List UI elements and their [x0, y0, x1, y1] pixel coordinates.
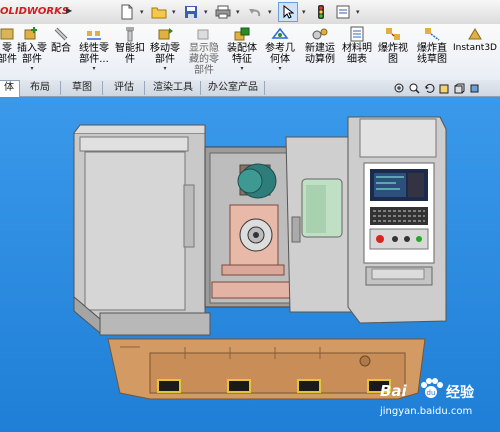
- assembly-feature-dropdown-icon[interactable]: ▾: [224, 65, 260, 72]
- move-part-icon: [156, 26, 174, 42]
- print-icon[interactable]: [214, 3, 232, 21]
- ribbon-mate-button[interactable]: 配合: [48, 26, 74, 78]
- ribbon-motion-study-button[interactable]: 新建运 动算例: [302, 26, 338, 78]
- zoom-area-icon[interactable]: [409, 83, 420, 94]
- watermark-brand: Bai: [380, 382, 407, 400]
- ribbon-instant3d-button[interactable]: Instant3D: [452, 26, 498, 78]
- title-toolbar: OLIDWORKS ▶ ▾ ▾ ▾ ▾ ▾ ▾ ▾: [0, 0, 500, 25]
- save-dropdown-icon[interactable]: ▾: [204, 3, 210, 21]
- open-dropdown-icon[interactable]: ▾: [172, 3, 178, 21]
- tab-sketch[interactable]: 草图: [62, 81, 103, 95]
- view-orientation-icon[interactable]: [454, 83, 465, 94]
- zoom-to-fit-icon[interactable]: [394, 83, 405, 94]
- ribbon-show-hidden-button[interactable]: 显示隐 藏的零 部件: [184, 26, 224, 78]
- save-icon[interactable]: [182, 3, 200, 21]
- reference-geometry-icon: [271, 26, 289, 42]
- linear-pattern-dropdown-icon[interactable]: ▾: [76, 65, 112, 72]
- select-cursor-icon[interactable]: [278, 2, 298, 22]
- ribbon-move-part-button[interactable]: 移动零 部件 ▾: [147, 26, 183, 78]
- bom-icon: [348, 26, 366, 42]
- svg-text:du: du: [427, 389, 436, 397]
- undo-icon[interactable]: [246, 3, 264, 21]
- instant3d-icon: [466, 26, 484, 42]
- smart-fastener-icon: [121, 26, 139, 42]
- move-part-dropdown-icon[interactable]: ▾: [147, 65, 183, 72]
- reference-geometry-dropdown-icon[interactable]: ▾: [262, 65, 298, 72]
- show-hidden-icon: [195, 26, 213, 42]
- new-document-icon[interactable]: [118, 3, 136, 21]
- quick-access-toolbar: ▾ ▾ ▾ ▾ ▾ ▾ ▾: [118, 2, 362, 22]
- explode-view-icon: [384, 26, 402, 42]
- options-dropdown-icon[interactable]: ▾: [356, 3, 362, 21]
- insert-part-dropdown-icon[interactable]: ▾: [14, 65, 50, 72]
- logo-menu-arrow[interactable]: ▶: [66, 2, 76, 20]
- heads-up-view-toolbar: [394, 83, 480, 94]
- tab-evaluate[interactable]: 评估: [104, 81, 145, 95]
- open-folder-icon[interactable]: [150, 3, 168, 21]
- assembly-feature-icon: [233, 26, 251, 42]
- mate-icon: [52, 26, 70, 42]
- section-view-icon[interactable]: [439, 83, 450, 94]
- watermark-jingyan: 经验: [446, 385, 474, 401]
- ribbon-explode-line-button[interactable]: 爆炸直 线草图: [412, 26, 452, 78]
- display-style-icon[interactable]: [469, 83, 480, 94]
- command-manager-ribbon: 零 部件 插入零 部件 ▾ 配合 线性零 部件... ▾ 智能扣 件 移动零 部…: [0, 24, 500, 81]
- tab-layout[interactable]: 布局: [20, 81, 61, 95]
- ribbon-reference-geometry-button[interactable]: 参考几 何体 ▾: [262, 26, 298, 78]
- ribbon-assembly-feature-button[interactable]: 装配体 特征 ▾: [224, 26, 260, 78]
- linear-pattern-icon: [85, 26, 103, 42]
- file-properties-icon[interactable]: [334, 3, 352, 21]
- rebuild-traffic-light-icon[interactable]: [312, 3, 330, 21]
- motion-study-icon: [311, 26, 329, 42]
- print-dropdown-icon[interactable]: ▾: [236, 3, 242, 21]
- watermark-url: jingyan.baidu.com: [380, 406, 473, 417]
- new-dropdown-icon[interactable]: ▾: [140, 3, 146, 21]
- baidu-paw-icon: du: [421, 378, 443, 398]
- insert-part-icon: [23, 26, 41, 42]
- ribbon-insert-part-button[interactable]: 插入零 部件 ▾: [14, 26, 50, 78]
- ribbon-smart-fastener-button[interactable]: 智能扣 件: [113, 26, 147, 78]
- previous-view-icon[interactable]: [424, 83, 435, 94]
- baidu-jingyan-watermark: du Bai 经验 jingyan.baidu.com: [378, 376, 498, 432]
- ribbon-explode-view-button[interactable]: 爆炸视 图: [376, 26, 410, 78]
- ribbon-linear-pattern-button[interactable]: 线性零 部件... ▾: [76, 26, 112, 78]
- tab-assembly[interactable]: 体: [0, 80, 20, 97]
- tab-office-products[interactable]: 办公室产品: [202, 81, 265, 95]
- undo-dropdown-icon[interactable]: ▾: [268, 3, 274, 21]
- ribbon-bom-button[interactable]: 材料明 细表: [340, 26, 374, 78]
- app-logo: OLIDWORKS: [0, 6, 70, 17]
- tab-render-tools[interactable]: 渲染工具: [146, 81, 201, 95]
- select-dropdown-icon[interactable]: ▾: [302, 3, 308, 21]
- explode-line-icon: [423, 26, 441, 42]
